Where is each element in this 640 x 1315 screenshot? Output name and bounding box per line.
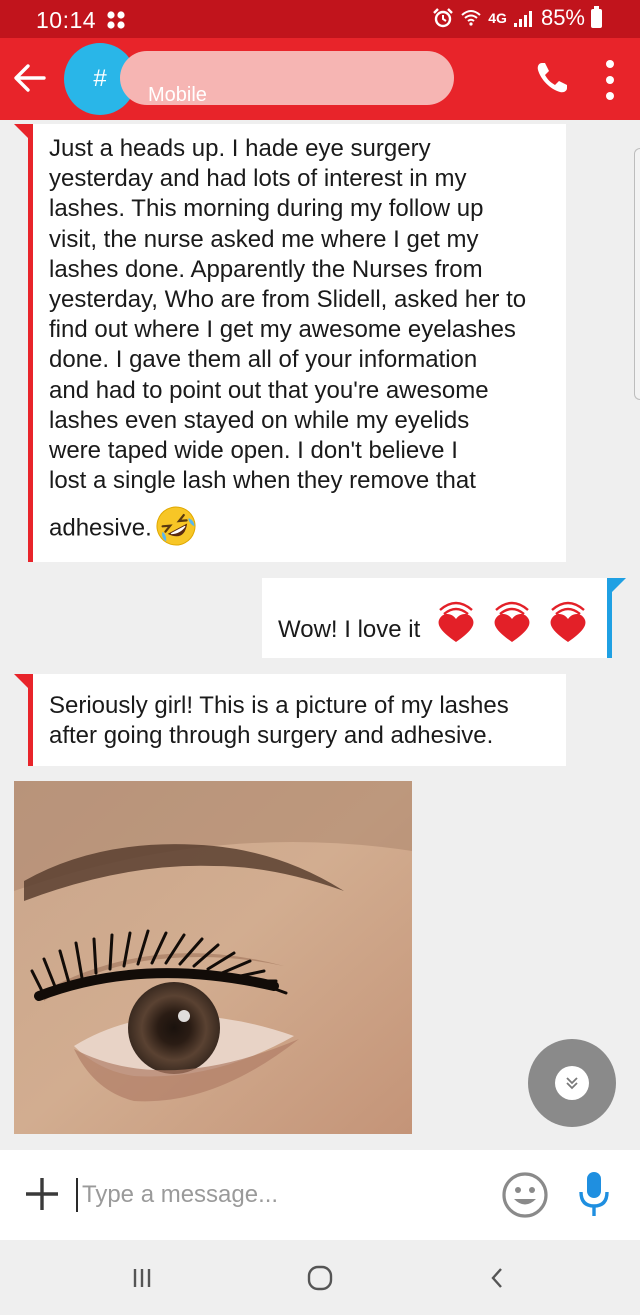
phone-call-icon[interactable] <box>532 58 572 98</box>
incoming-message[interactable]: Just a heads up. I hade eye surgery yest… <box>28 124 566 562</box>
outgoing-bubble-tail <box>612 578 626 592</box>
beating-hearts-emoji <box>432 598 592 646</box>
outgoing-message[interactable]: Wow! I love it <box>262 578 612 658</box>
battery-icon <box>591 5 602 28</box>
beating-heart-icon <box>494 601 530 642</box>
add-attachment-icon[interactable] <box>22 1174 62 1214</box>
incoming-bubble-tail <box>14 124 28 138</box>
home-icon[interactable] <box>300 1260 340 1296</box>
message-line: visit, the nurse asked me where I get my <box>49 225 479 253</box>
message-line: yesterday and had lots of interest in my <box>49 165 467 193</box>
wifi-icon <box>461 10 481 26</box>
message-line: yesterday, Who are from Slidell, asked h… <box>49 286 527 314</box>
emoji-picker-icon[interactable] <box>500 1170 550 1220</box>
message-line: done. I gave them all of your informatio… <box>49 346 478 374</box>
scrollbar[interactable] <box>634 148 640 400</box>
signal-icon <box>513 11 532 27</box>
scroll-to-bottom-button[interactable] <box>528 1039 616 1127</box>
incoming-message[interactable]: Seriously girl! This is a picture of my … <box>28 674 566 766</box>
status-time: 10:14 <box>36 7 97 33</box>
text-cursor <box>76 1178 78 1212</box>
message-line: lashes done. Apparently the Nurses from <box>49 255 483 283</box>
rolling-on-floor-laughing-icon <box>156 506 196 546</box>
conversation-header: # Mobile <box>0 38 640 120</box>
double-chevron-down-icon <box>555 1066 589 1100</box>
beating-heart-icon <box>550 601 586 642</box>
incoming-accent-bar <box>28 674 33 766</box>
incoming-bubble-tail <box>14 674 28 688</box>
more-options-icon[interactable] <box>598 58 622 102</box>
message-input[interactable] <box>80 1172 480 1218</box>
eye-lashes-photo[interactable] <box>14 781 412 1134</box>
back-nav-icon[interactable] <box>478 1260 518 1296</box>
alarm-icon <box>433 8 454 28</box>
message-line: lashes. This morning during my follow up <box>49 195 484 223</box>
message-text: Wow! I love it <box>278 616 421 643</box>
status-icons: 4G 85% <box>432 5 602 31</box>
avatar-label: # <box>93 65 107 92</box>
message-line: find out where I get my awesome eyelashe… <box>49 316 516 344</box>
message-line: Seriously girl! This is a picture of my … <box>49 692 509 719</box>
message-text: Just a heads up. I hade eye surgery yest… <box>49 134 552 548</box>
incoming-accent-bar <box>28 124 33 562</box>
message-line-text: adhesive. <box>49 514 152 542</box>
recent-apps-icon[interactable] <box>122 1260 162 1296</box>
back-arrow-icon[interactable] <box>8 56 52 100</box>
message-line: were taped wide open. I don't believe I <box>49 437 458 465</box>
microphone-icon[interactable] <box>574 1168 614 1222</box>
message-line: after going through surgery and adhesive… <box>49 722 494 750</box>
app-notification-icon <box>107 11 125 29</box>
battery-percent: 85% <box>540 5 585 30</box>
message-line: lashes even stayed on while my eyelids <box>49 406 470 434</box>
message-line: and had to point out that you're awesome <box>49 376 489 404</box>
message-line: lost a single lash when they remove that <box>49 467 476 495</box>
beating-heart-icon <box>438 601 474 642</box>
message-line: adhesive. <box>49 506 552 548</box>
network-type: 4G <box>488 10 507 26</box>
outgoing-accent-bar <box>607 578 612 658</box>
status-bar: 10:14 4G 85% <box>0 0 640 38</box>
contact-subtitle: Mobile <box>148 84 207 106</box>
system-navigation-bar <box>0 1240 640 1315</box>
message-line: Just a heads up. I hade eye surgery <box>49 135 431 162</box>
message-composer <box>0 1150 640 1240</box>
